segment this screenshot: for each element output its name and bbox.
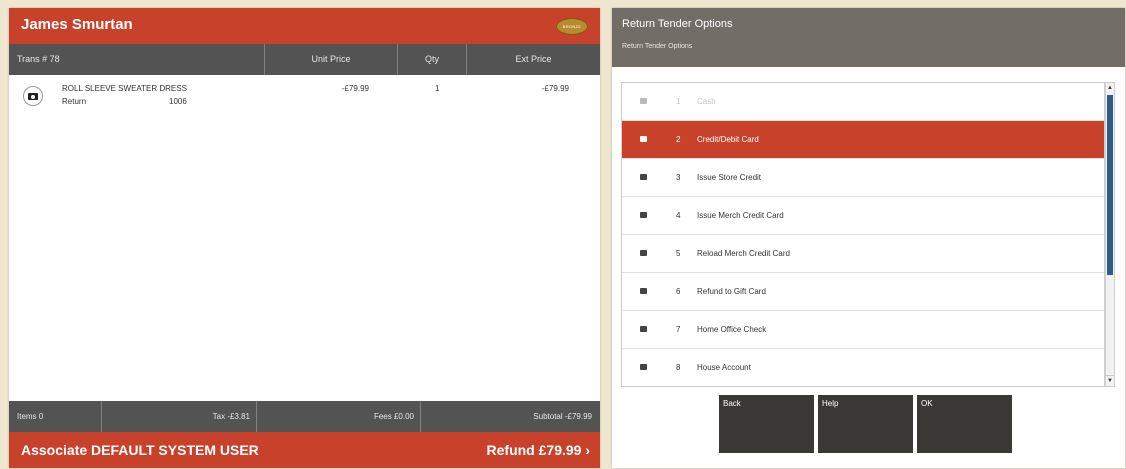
option-number: 2 <box>676 135 681 144</box>
option-label: Home Office Check <box>697 325 767 334</box>
fees-total: Fees £0.00 <box>257 401 421 432</box>
item-qty: 1 <box>435 84 440 93</box>
qty-header: Qty <box>398 44 467 75</box>
option-number: 1 <box>676 97 681 106</box>
scroll-up-arrow-icon[interactable]: ▲ <box>1106 83 1114 93</box>
tender-option-gift-card[interactable]: 6 Refund to Gift Card <box>622 273 1104 311</box>
tender-option-merch-credit[interactable]: 4 Issue Merch Credit Card <box>622 197 1104 235</box>
help-button[interactable]: Help <box>818 395 913 453</box>
option-label: Issue Merch Credit Card <box>697 211 784 220</box>
item-ext-price: -£79.99 <box>541 84 569 93</box>
camera-icon <box>23 86 43 106</box>
scroll-thumb[interactable] <box>1107 95 1113 275</box>
column-header: Trans # 78 Unit Price Qty Ext Price <box>9 44 600 75</box>
tender-option-cash[interactable]: 1 Cash <box>622 83 1104 121</box>
refund-total-button[interactable]: Refund £79.99 › <box>487 442 590 458</box>
footer-bar: Associate DEFAULT SYSTEM USER Refund £79… <box>9 432 600 468</box>
merch-card-icon <box>640 212 647 218</box>
unit-price-header: Unit Price <box>265 44 398 75</box>
tender-option-store-credit[interactable]: 3 Issue Store Credit <box>622 159 1104 197</box>
items-count: Items 0 <box>9 401 102 432</box>
transaction-pane: James Smurtan BRONZE Trans # 78 Unit Pri… <box>9 8 600 468</box>
tax-total: Tax -£3.81 <box>102 401 257 432</box>
item-sku: 1006 <box>169 97 187 106</box>
option-label: Credit/Debit Card <box>697 135 759 144</box>
item-description: ROLL SLEEVE SWEATER DRESS <box>62 84 187 93</box>
option-label: Reload Merch Credit Card <box>697 249 790 258</box>
gift-card-icon <box>640 288 647 294</box>
tender-option-home-office-check[interactable]: 7 Home Office Check <box>622 311 1104 349</box>
option-number: 5 <box>676 249 681 258</box>
item-unit-price: -£79.99 <box>341 84 369 93</box>
return-tender-pane: Return Tender Options Return Tender Opti… <box>612 8 1125 468</box>
tender-option-reload-merch[interactable]: 5 Reload Merch Credit Card <box>622 235 1104 273</box>
option-number: 3 <box>676 173 681 182</box>
return-tender-header: Return Tender Options Return Tender Opti… <box>612 8 1125 67</box>
option-number: 4 <box>676 211 681 220</box>
customer-header[interactable]: James Smurtan BRONZE <box>9 8 600 44</box>
option-number: 6 <box>676 287 681 296</box>
subtotal: Subtotal -£79.99 <box>533 412 592 421</box>
option-label: Refund to Gift Card <box>697 287 766 296</box>
cash-icon <box>640 98 647 104</box>
totals-bar: Items 0 Tax -£3.81 Fees £0.00 Subtotal -… <box>9 401 600 432</box>
tender-options-list: 1 Cash 2 Credit/Debit Card 3 Issue Store… <box>621 82 1105 387</box>
customer-name[interactable]: James Smurtan <box>21 16 133 33</box>
ext-price-header: Ext Price <box>515 54 552 64</box>
tender-option-house-account[interactable]: 8 House Account <box>622 349 1104 386</box>
house-account-icon <box>640 364 647 370</box>
loyalty-badge-icon: BRONZE <box>556 18 588 35</box>
back-button[interactable]: Back <box>719 395 814 453</box>
option-label: Issue Store Credit <box>697 173 762 182</box>
return-tender-title: Return Tender Options <box>622 18 733 30</box>
ok-button[interactable]: OK <box>917 395 1012 453</box>
store-credit-icon <box>640 174 647 180</box>
tender-option-credit-debit[interactable]: 2 Credit/Debit Card <box>622 121 1104 159</box>
list-scrollbar[interactable]: ▲ ▼ <box>1105 82 1115 387</box>
line-item-row[interactable]: ROLL SLEEVE SWEATER DRESS Return 1006 -£… <box>9 75 600 117</box>
credit-card-icon <box>640 136 647 142</box>
trans-number: Trans # 78 <box>9 44 265 75</box>
option-label: House Account <box>697 363 751 372</box>
associate-label: Associate DEFAULT SYSTEM USER <box>21 442 259 458</box>
reload-card-icon <box>640 250 647 256</box>
scroll-down-arrow-icon[interactable]: ▼ <box>1106 375 1114 386</box>
option-label: Cash <box>697 97 716 106</box>
check-icon <box>640 326 647 332</box>
return-tender-subtitle: Return Tender Options <box>622 43 693 50</box>
option-number: 7 <box>676 325 681 334</box>
option-number: 8 <box>676 363 681 372</box>
item-type: Return <box>62 97 87 106</box>
